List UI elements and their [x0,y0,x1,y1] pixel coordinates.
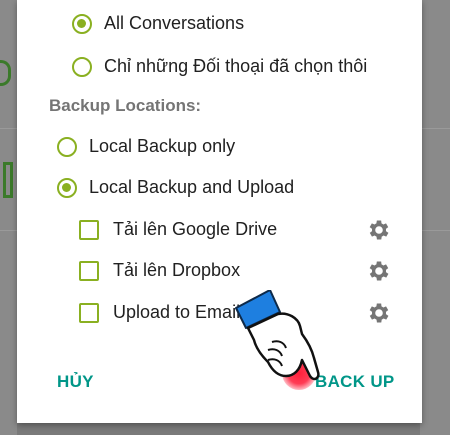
checkbox-unchecked[interactable] [79,219,99,240]
option-local-backup-and-upload[interactable]: Local Backup and Upload [57,177,294,198]
background-icon [3,162,13,198]
option-label: Local Backup only [89,136,236,156]
checkbox-unchecked[interactable] [79,260,99,281]
upload-dropbox[interactable]: Tải lên Dropbox [79,260,240,281]
radio-checked[interactable] [72,13,92,34]
upload-label: Tải lên Dropbox [113,260,241,280]
radio-unchecked[interactable] [72,56,92,77]
radio-checked[interactable] [57,177,77,198]
cancel-button[interactable]: HỦY [57,372,94,392]
background-divider [420,128,450,129]
option-all-conversations[interactable]: All Conversations [72,13,244,34]
option-local-backup-only[interactable]: Local Backup only [57,136,235,157]
upload-email[interactable]: Upload to Email [79,302,240,323]
radio-unchecked[interactable] [57,136,77,157]
upload-label: Upload to Email [113,302,241,322]
option-label: Chỉ những Đối thoại đã chọn thôi [104,56,368,76]
option-label: All Conversations [104,13,245,33]
section-title-backup-locations: Backup Locations: [49,96,202,115]
backup-dialog: All Conversations Chỉ những Đối thoại đã… [17,0,422,423]
background-divider [0,128,17,129]
pointing-hand-icon [235,290,320,381]
background-app-left [0,0,17,435]
gear-icon[interactable] [366,300,392,326]
option-selected-conversations[interactable]: Chỉ những Đối thoại đã chọn thôi [72,56,367,77]
gear-icon[interactable] [366,217,392,243]
option-label: Local Backup and Upload [89,177,295,197]
gear-icon[interactable] [366,258,392,284]
background-app-right [420,0,450,435]
upload-google-drive[interactable]: Tải lên Google Drive [79,219,277,240]
upload-label: Tải lên Google Drive [113,219,278,239]
background-icon [0,60,11,86]
checkbox-unchecked[interactable] [79,302,99,323]
background-divider [0,230,17,231]
background-divider [420,230,450,231]
